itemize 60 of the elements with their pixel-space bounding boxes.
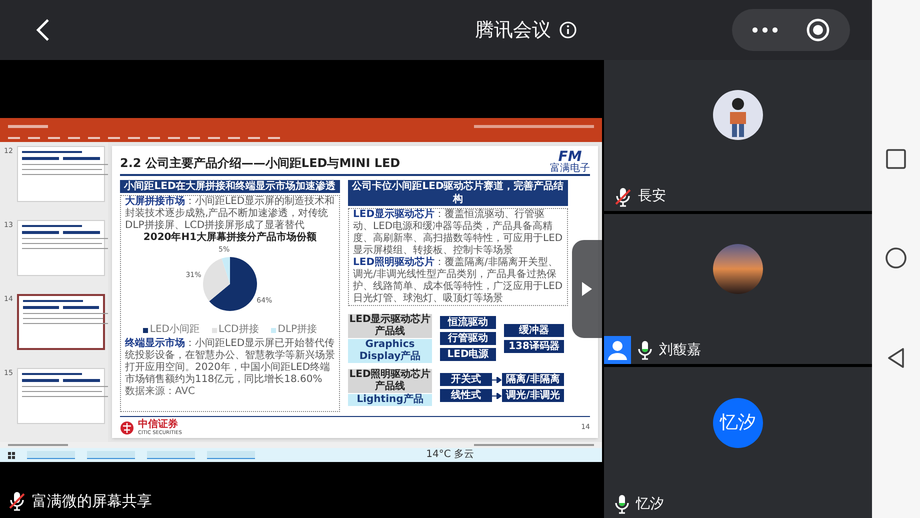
source-note: 数据来源：AVC (125, 386, 196, 398)
legend-swatch (212, 328, 216, 332)
meeting-title: 腾讯会议 (475, 18, 551, 43)
record-icon[interactable] (806, 18, 830, 42)
legend-label: LED小间距 (150, 324, 200, 336)
chip-box: LED电源 (440, 348, 496, 361)
chip-box: 行管驱动 (440, 332, 496, 345)
participant-tile[interactable]: 忆汐 忆汐 (604, 367, 872, 518)
windows-icon[interactable] (8, 452, 15, 458)
taskbar-app[interactable] (27, 451, 75, 459)
participant-name: 刘馥嘉 (659, 340, 701, 360)
legend-label: DLP拼接 (278, 324, 318, 336)
chip-box: 调光/非调光 (502, 389, 564, 402)
expand-panel-button[interactable] (572, 240, 602, 338)
citic-logo-icon (120, 420, 134, 434)
participant-name: 忆汐 (636, 494, 664, 514)
bullet-paragraph: 终端显示市场：小间距LED显示屏已开始替代传统投影设备，在智慧办公、智慧教学等新兴场景打开应用空间。2020年，中国小间距LED终端市场销售额约为118亿元，同比增长18.60% (125, 338, 335, 386)
recent-apps-icon[interactable] (886, 149, 906, 169)
taskbar-app[interactable] (207, 451, 255, 459)
product-line-label: LED显示驱动芯片产品线 (348, 314, 432, 338)
chip-box: 隔离/非隔离 (502, 373, 564, 386)
home-icon[interactable] (885, 247, 907, 269)
bullet-paragraph: LED显示驱动芯片：覆盖恒流驱动、行管驱动、LED电源和缓冲器等品类，产品具备高精度、高刷新率、高扫描数等特性，可应用于LED显示屏模组、转接板、控制卡等场景 (353, 209, 563, 256)
participant-name: 長安 (638, 187, 666, 206)
bullet-paragraph: 大屏拼接市场：小间距LED显示屏的制造技术和封装技术逐步成熟,产品不断加速渗透，对传统DLP拼接屏、LCD拼接屏形成了显著替代 (125, 196, 335, 231)
participant-tile[interactable]: 刘馥嘉 (604, 214, 872, 364)
chip-box: 开关式 (440, 373, 492, 386)
arrow-icon (492, 376, 502, 382)
section-heading: 小间距LED在大屏拼接和终端显示市场加速渗透 (120, 180, 340, 193)
footer-logo-text: 中信证券 (138, 420, 179, 430)
bullet-paragraph: LED照明驱动芯片：覆盖隔离/非隔离开关型、调光/非调光线性型产品类别，产品具备过热保护、线路简单、成本低等特性，广泛应用于LED日光灯管、球泡灯、吸顶灯等场景 (353, 257, 563, 305)
slide-thumbnail[interactable] (17, 294, 105, 350)
product-line-subtitle: Graphics Display产品 (348, 339, 432, 363)
sharer-label: 富满微的屏幕共享 (32, 490, 152, 512)
initials-avatar: 忆汐 (713, 398, 763, 448)
chip-box: 缓冲器 (504, 324, 564, 337)
chip-box: 138译码器 (504, 340, 564, 353)
chart-title: 2020年H1大屏幕拼接分产品市场份额 (143, 232, 317, 244)
more-icon[interactable] (752, 27, 778, 33)
legend-swatch (142, 328, 148, 332)
legend-swatch (270, 328, 276, 332)
legend-label: LCD拼接 (218, 324, 259, 336)
cartoon-avatar-drawing (713, 90, 763, 140)
info-icon[interactable] (559, 21, 577, 39)
photo-placeholder (713, 244, 763, 294)
chip-box: 线性式 (440, 389, 492, 402)
chip-box: 恒流驱动 (440, 316, 496, 329)
product-line-subtitle: Lighting产品 (348, 394, 432, 406)
arrow-icon (492, 392, 502, 398)
logo-caption: 富满电子 (550, 164, 590, 174)
weather-text: 14°C 多云 (426, 449, 474, 461)
section-heading: 公司卡位小间距LED驱动芯片赛道，完善产品结构 (348, 180, 568, 206)
participant-tile[interactable]: 長安 (604, 60, 872, 211)
back-icon[interactable] (887, 347, 905, 369)
product-line-label: LED照明驱动芯片产品线 (348, 369, 432, 393)
taskbar-app[interactable] (87, 451, 135, 459)
slide-title: 2.2 公司主要产品介绍——小间距LED与MINI LED (120, 155, 400, 172)
play-icon (582, 282, 592, 296)
taskbar-app[interactable] (147, 451, 195, 459)
company-logo: FM (558, 150, 582, 164)
